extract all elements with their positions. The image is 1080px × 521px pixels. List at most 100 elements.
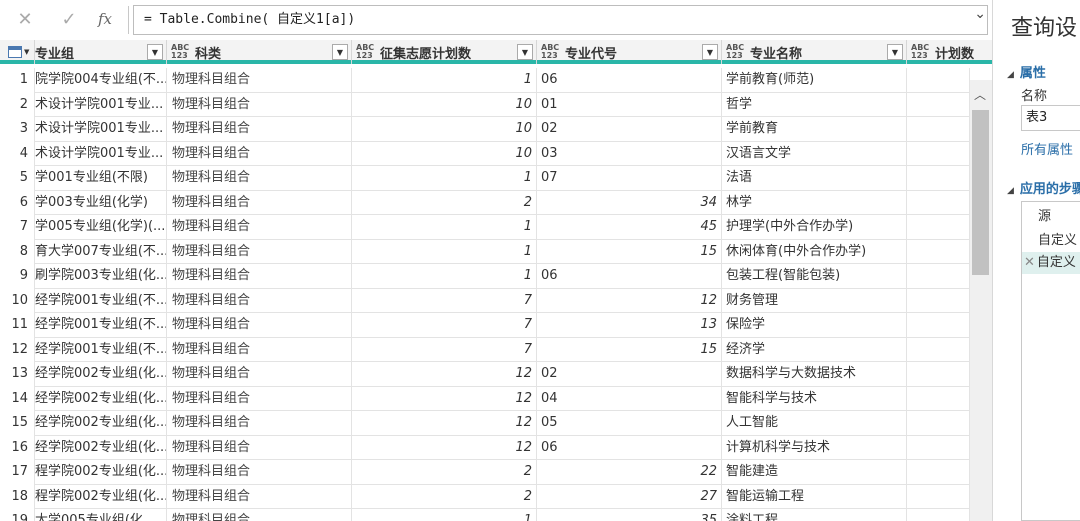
cell-group[interactable]: 刷学院003专业组(化...	[35, 264, 167, 289]
cell-major[interactable]: 保险学	[722, 313, 907, 338]
cell-major[interactable]: 包装工程(智能包装)	[722, 264, 907, 289]
cell-group[interactable]: 经学院001专业组(不...	[35, 288, 167, 313]
cell-major[interactable]: 经济学	[722, 337, 907, 362]
cell-quota[interactable]	[907, 264, 970, 289]
cell-code[interactable]: 27	[537, 484, 722, 509]
formula-input[interactable]: = Table.Combine( 自定义1[a])	[133, 5, 988, 35]
cell-group[interactable]: 学005专业组(化学)(...	[35, 215, 167, 240]
table-row[interactable]: 5 学001专业组(不限) 物理科目组合 1 07 法语	[0, 166, 970, 191]
cell-subject[interactable]: 物理科目组合	[167, 166, 352, 191]
cell-major[interactable]: 学前教育	[722, 117, 907, 142]
delete-step-icon[interactable]: ✕	[1024, 255, 1035, 270]
row-number[interactable]: 14	[0, 386, 35, 411]
table-row[interactable]: 15 经学院002专业组(化... 物理科目组合 12 05 人工智能	[0, 411, 970, 436]
type-any-icon[interactable]: ABC 123	[356, 44, 374, 60]
table-row[interactable]: 4 术设计学院001专业... 物理科目组合 10 03 汉语言文学	[0, 141, 970, 166]
row-number[interactable]: 19	[0, 509, 35, 521]
filter-dropdown-icon[interactable]: ▼	[887, 44, 903, 60]
cell-subject[interactable]: 物理科目组合	[167, 484, 352, 509]
row-number[interactable]: 8	[0, 239, 35, 264]
column-header-code[interactable]: ABC 123 专业代号 ▼	[537, 40, 722, 64]
cell-group[interactable]: 育大学007专业组(不...	[35, 239, 167, 264]
cell-group[interactable]: 经学院002专业组(化...	[35, 411, 167, 436]
table-row[interactable]: 11 经学院001专业组(不... 物理科目组合 7 13 保险学	[0, 313, 970, 338]
cell-plan[interactable]: 12	[352, 435, 537, 460]
cell-group[interactable]: 术设计学院001专业...	[35, 92, 167, 117]
cell-quota[interactable]	[907, 435, 970, 460]
cell-major[interactable]: 林学	[722, 190, 907, 215]
cell-plan[interactable]: 2	[352, 484, 537, 509]
cell-quota[interactable]	[907, 411, 970, 436]
cell-quota[interactable]	[907, 190, 970, 215]
cell-code[interactable]: 07	[537, 166, 722, 191]
cell-plan[interactable]: 7	[352, 313, 537, 338]
cell-subject[interactable]: 物理科目组合	[167, 117, 352, 142]
cell-group[interactable]: 术设计学院001专业...	[35, 141, 167, 166]
row-number[interactable]: 7	[0, 215, 35, 240]
column-header-plan[interactable]: ABC 123 征集志愿计划数 ▼	[352, 40, 537, 64]
cell-subject[interactable]: 物理科目组合	[167, 215, 352, 240]
cell-code[interactable]: 35	[537, 509, 722, 521]
table-row[interactable]: 13 经学院002专业组(化... 物理科目组合 12 02 数据科学与大数据技术	[0, 362, 970, 387]
row-number[interactable]: 13	[0, 362, 35, 387]
table-menu-button[interactable]: ▼	[0, 40, 35, 64]
table-row[interactable]: 18 程学院002专业组(化... 物理科目组合 2 27 智能运输工程	[0, 484, 970, 509]
cell-plan[interactable]: 1	[352, 239, 537, 264]
cell-major[interactable]: 学前教育(师范)	[722, 68, 907, 93]
row-number[interactable]: 18	[0, 484, 35, 509]
scrollbar-thumb[interactable]	[972, 110, 989, 275]
cell-plan[interactable]: 10	[352, 117, 537, 142]
cell-code[interactable]: 06	[537, 68, 722, 93]
chevron-down-icon[interactable]: ⌄	[974, 6, 986, 22]
query-name-input[interactable]: 表3	[1021, 105, 1080, 131]
cell-plan[interactable]: 7	[352, 288, 537, 313]
check-icon[interactable]: ✓	[54, 6, 84, 32]
row-number[interactable]: 5	[0, 166, 35, 191]
table-row[interactable]: 19 大学005专业组(化... 物理科目组合 1 35 涂料工程	[0, 509, 970, 521]
cell-major[interactable]: 休闲体育(中外合作办学)	[722, 239, 907, 264]
cell-plan[interactable]: 1	[352, 68, 537, 93]
column-header-group[interactable]: 专业组 ▼	[35, 40, 167, 64]
cell-major[interactable]: 涂料工程	[722, 509, 907, 521]
cell-subject[interactable]: 物理科目组合	[167, 411, 352, 436]
step-item[interactable]: 自定义	[1022, 230, 1080, 252]
cell-quota[interactable]	[907, 460, 970, 485]
all-properties-link[interactable]: 所有属性	[1021, 139, 1073, 158]
row-number[interactable]: 17	[0, 460, 35, 485]
cell-code[interactable]: 05	[537, 411, 722, 436]
cell-quota[interactable]	[907, 386, 970, 411]
step-item[interactable]: 源	[1022, 206, 1080, 228]
cell-plan[interactable]: 1	[352, 166, 537, 191]
cell-major[interactable]: 护理学(中外合作办学)	[722, 215, 907, 240]
row-number[interactable]: 2	[0, 92, 35, 117]
table-row[interactable]: 1 院学院004专业组(不... 物理科目组合 1 06 学前教育(师范)	[0, 68, 970, 93]
cell-group[interactable]: 术设计学院001专业...	[35, 117, 167, 142]
table-row[interactable]: 10 经学院001专业组(不... 物理科目组合 7 12 财务管理	[0, 288, 970, 313]
cell-subject[interactable]: 物理科目组合	[167, 239, 352, 264]
cell-plan[interactable]: 2	[352, 190, 537, 215]
cell-quota[interactable]	[907, 288, 970, 313]
cell-group[interactable]: 院学院004专业组(不...	[35, 68, 167, 93]
cell-code[interactable]: 03	[537, 141, 722, 166]
cell-quota[interactable]	[907, 117, 970, 142]
cell-plan[interactable]: 12	[352, 386, 537, 411]
column-header-major[interactable]: ABC 123 专业名称 ▼	[722, 40, 907, 64]
type-any-icon[interactable]: ABC 123	[726, 44, 744, 60]
cell-quota[interactable]	[907, 239, 970, 264]
cell-code[interactable]: 06	[537, 435, 722, 460]
row-number[interactable]: 4	[0, 141, 35, 166]
cell-quota[interactable]	[907, 68, 970, 93]
cell-group[interactable]: 学003专业组(化学)	[35, 190, 167, 215]
row-number[interactable]: 16	[0, 435, 35, 460]
cell-quota[interactable]	[907, 484, 970, 509]
cell-subject[interactable]: 物理科目组合	[167, 337, 352, 362]
cell-major[interactable]: 数据科学与大数据技术	[722, 362, 907, 387]
cell-code[interactable]: 04	[537, 386, 722, 411]
type-any-icon[interactable]: ABC 123	[911, 44, 929, 60]
type-any-icon[interactable]: ABC 123	[541, 44, 559, 60]
row-number[interactable]: 1	[0, 68, 35, 93]
cell-major[interactable]: 财务管理	[722, 288, 907, 313]
table-row[interactable]: 7 学005专业组(化学)(... 物理科目组合 1 45 护理学(中外合作办学)	[0, 215, 970, 240]
cell-quota[interactable]	[907, 215, 970, 240]
applied-steps-header[interactable]: ◢ 应用的步骤	[1007, 178, 1080, 197]
